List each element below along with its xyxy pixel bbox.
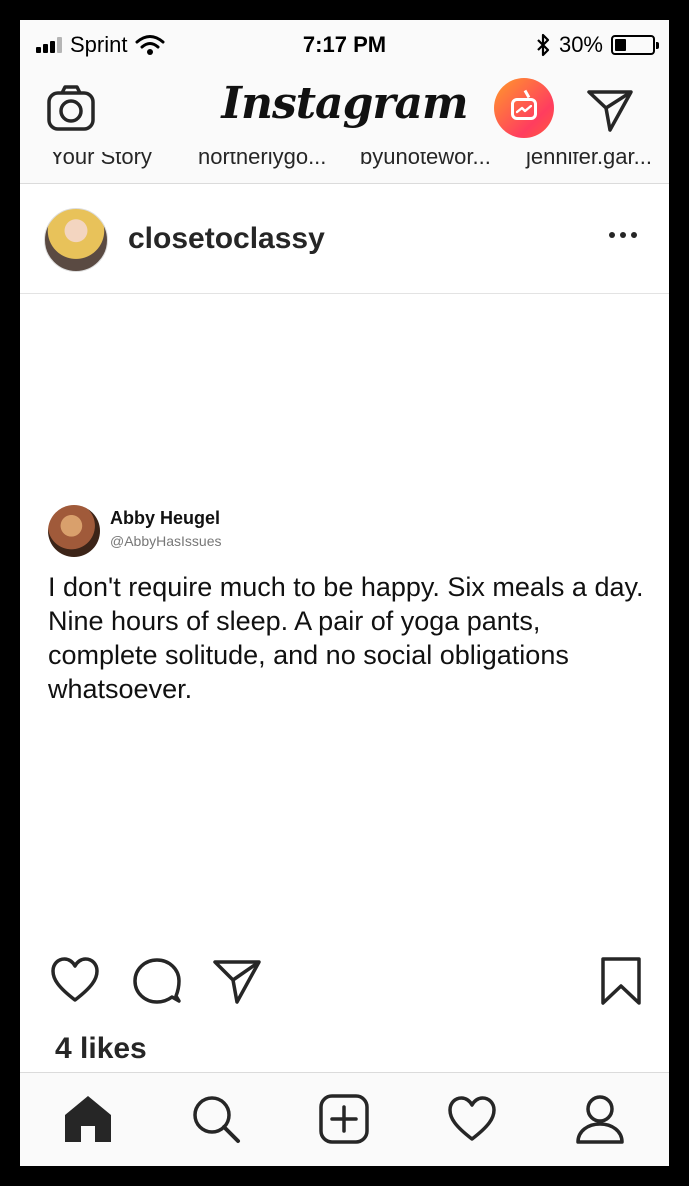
search-icon[interactable] <box>190 1093 242 1145</box>
top-nav: Instagram <box>20 68 669 152</box>
post-actions <box>20 950 669 1010</box>
bookmark-icon[interactable] <box>596 956 646 1006</box>
battery-percent: 30% <box>558 32 603 57</box>
battery-level <box>615 39 626 51</box>
story-label[interactable]: Your Story <box>50 152 152 170</box>
likes-count[interactable]: 4 likes <box>55 1032 147 1066</box>
home-icon[interactable] <box>62 1093 114 1145</box>
profile-icon[interactable] <box>574 1093 626 1145</box>
phone-screen: Sprint 7:17 PM 30% Instagram Your Story … <box>20 20 669 1166</box>
story-label[interactable]: jennifer.gar... <box>526 152 652 170</box>
igtv-icon[interactable] <box>494 78 554 138</box>
paper-plane-icon[interactable] <box>586 86 634 134</box>
comment-icon[interactable] <box>132 956 182 1006</box>
new-post-icon[interactable] <box>318 1093 370 1145</box>
story-label[interactable]: byunotewor... <box>360 152 491 170</box>
stories-strip[interactable]: Your Story northerlygo... byunotewor... … <box>20 152 669 184</box>
tweet-author-name: Abby Heugel <box>110 508 221 528</box>
tweet-avatar <box>48 505 100 557</box>
status-bar: Sprint 7:17 PM 30% <box>20 20 669 68</box>
avatar[interactable] <box>44 208 108 272</box>
share-icon[interactable] <box>212 956 262 1006</box>
more-options-icon[interactable] <box>609 232 637 238</box>
status-right: 30% <box>535 32 659 58</box>
story-label[interactable]: northerlygo... <box>198 152 326 170</box>
post-username[interactable]: closetoclassy <box>128 222 325 256</box>
heart-icon[interactable] <box>50 956 100 1006</box>
battery-icon <box>611 35 659 55</box>
bluetooth-icon <box>537 33 550 57</box>
tweet-text: I don't require much to be happy. Six me… <box>48 572 644 704</box>
activity-heart-icon[interactable] <box>446 1093 498 1145</box>
post-header: closetoclassy <box>20 184 669 294</box>
instagram-logo[interactable]: Instagram <box>20 78 669 129</box>
bottom-tab-bar <box>20 1072 669 1166</box>
tweet-author-handle: @AbbyHasIssues <box>110 533 222 549</box>
post-image[interactable]: Abby Heugel @AbbyHasIssues I don't requi… <box>20 295 669 935</box>
